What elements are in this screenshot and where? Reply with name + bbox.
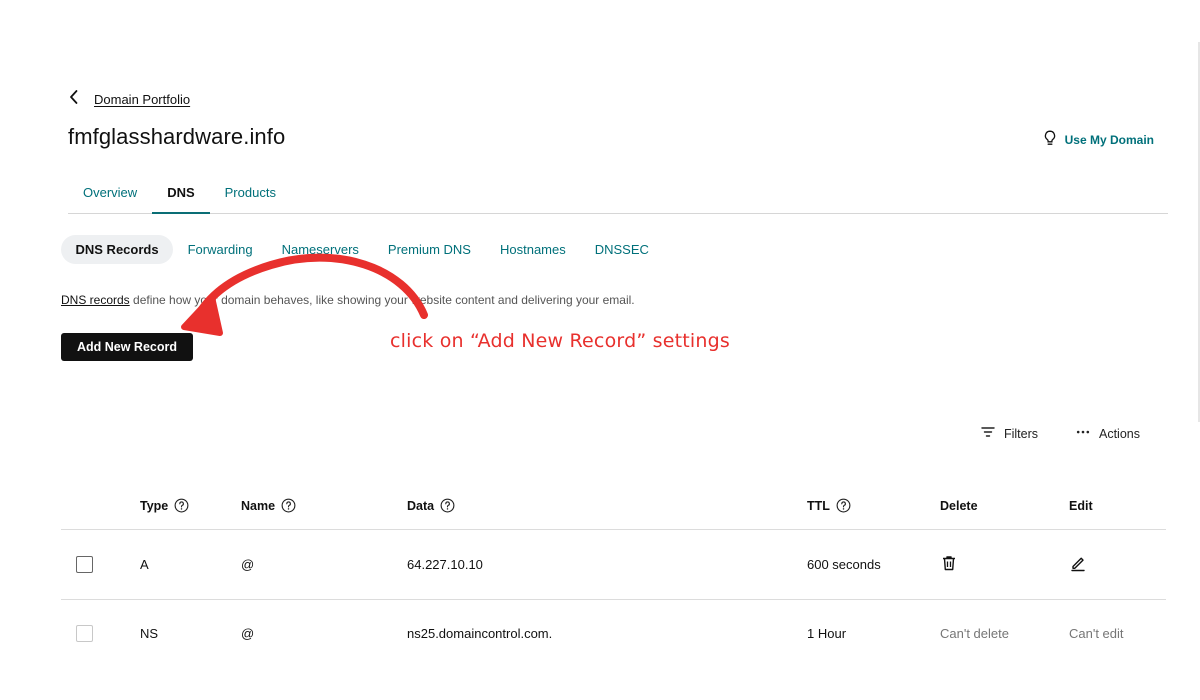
header-type: Type [140, 498, 169, 513]
annotation-text: click on “Add New Record” settings [390, 330, 730, 352]
lightbulb-icon [1043, 130, 1057, 149]
row-checkbox[interactable] [76, 556, 93, 573]
header-edit: Edit [1069, 498, 1093, 513]
cant-edit-text: Can't edit [1069, 625, 1124, 641]
breadcrumb: Domain Portfolio [68, 89, 190, 110]
record-name: @ [241, 557, 255, 572]
record-type: NS [140, 625, 159, 641]
tab-dns[interactable]: DNS [152, 180, 210, 214]
help-circle-icon[interactable] [281, 498, 296, 513]
tab-overview[interactable]: Overview [68, 180, 152, 214]
dns-records-table: Type Name Data TTL Delete Edit A @ 64.22… [61, 482, 1166, 652]
record-ttl: 1 Hour [807, 625, 847, 641]
header-ttl: TTL [807, 498, 830, 513]
chevron-left-icon[interactable] [68, 89, 80, 110]
filters-button[interactable]: Filters [981, 426, 1038, 441]
table-row: A @ 64.227.10.10 600 seconds [61, 530, 1166, 600]
dns-page: Domain Portfolio fmfglasshardware.info U… [6, 42, 1198, 652]
help-circle-icon[interactable] [174, 498, 189, 513]
actions-label: Actions [1099, 426, 1140, 441]
record-ttl: 600 seconds [807, 557, 881, 572]
table-header-row: Type Name Data TTL Delete Edit [61, 482, 1166, 530]
cant-delete-text: Can't delete [940, 625, 1009, 641]
subtab-dns-records[interactable]: DNS Records [61, 235, 174, 264]
table-toolbar: Filters Actions [981, 426, 1140, 441]
add-new-record-button[interactable]: Add New Record [61, 333, 193, 361]
record-name: @ [241, 625, 255, 641]
header-delete: Delete [940, 498, 978, 513]
record-data: 64.227.10.10 [407, 557, 483, 572]
filters-label: Filters [1003, 426, 1038, 441]
filter-lines-icon [981, 426, 995, 441]
trash-icon[interactable] [940, 554, 958, 572]
pencil-icon[interactable] [1069, 554, 1087, 572]
subtab-hostnames[interactable]: Hostnames [485, 235, 580, 264]
record-data: ns25.domaincontrol.com. [407, 625, 553, 641]
more-dots-icon [1076, 426, 1090, 441]
help-circle-icon[interactable] [836, 498, 851, 513]
header-data: Data [407, 498, 435, 513]
help-circle-icon[interactable] [440, 498, 455, 513]
dns-records-link[interactable]: DNS records [61, 293, 130, 307]
page-title: fmfglasshardware.info [68, 124, 286, 149]
tab-products[interactable]: Products [210, 180, 291, 214]
row-checkbox[interactable] [76, 624, 93, 642]
record-type: A [140, 557, 149, 572]
use-my-domain-label: Use My Domain [1064, 132, 1154, 147]
subtab-dnssec[interactable]: DNSSEC [580, 235, 663, 264]
domain-tabs: Overview DNS Products [68, 180, 1168, 214]
actions-button[interactable]: Actions [1076, 426, 1140, 441]
breadcrumb-domain-portfolio-link[interactable]: Domain Portfolio [94, 92, 190, 107]
use-my-domain-link[interactable]: Use My Domain [1043, 130, 1154, 149]
table-row: NS @ ns25.domaincontrol.com. 1 Hour Can'… [61, 600, 1166, 652]
header-name: Name [241, 498, 276, 513]
